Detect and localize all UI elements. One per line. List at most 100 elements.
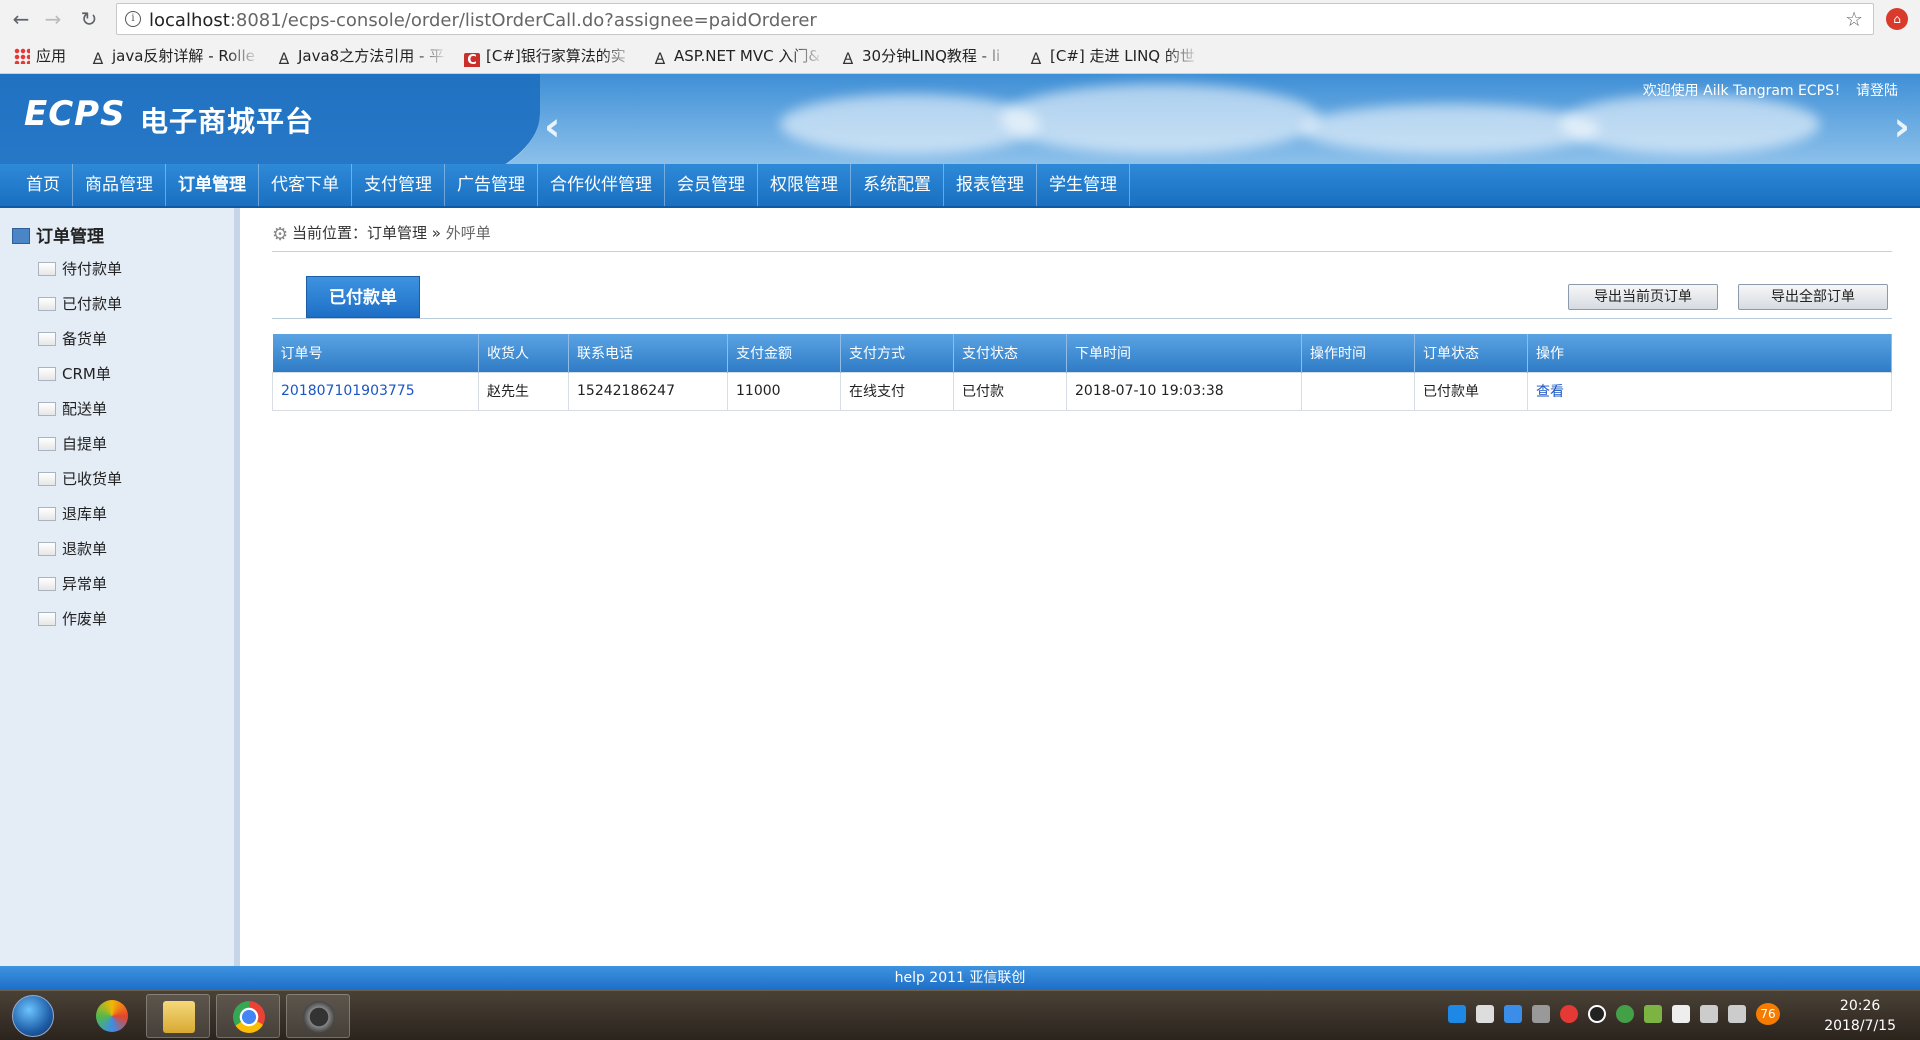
main-content: ⚙ 当前位置：订单管理 » 外呼单 已付款单 导出当前页订单 导出全部订单 订单号…: [246, 208, 1920, 966]
pay-status-cell: 已付款: [953, 371, 1067, 411]
cloud-decoration: [1300, 104, 1600, 154]
menu-system-config[interactable]: 系统配置: [851, 164, 944, 206]
signal-icon[interactable]: [1700, 1005, 1718, 1023]
angular-icon: Ꙙ: [654, 49, 666, 67]
qq-icon[interactable]: [1448, 1005, 1466, 1023]
list-icon: [38, 542, 56, 556]
menu-reports[interactable]: 报表管理: [944, 164, 1037, 206]
taskbar-app-icon[interactable]: [80, 994, 144, 1038]
plus-icon[interactable]: [1616, 1005, 1634, 1023]
url-text[interactable]: localhost:8081/ecps-console/order/listOr…: [149, 10, 817, 31]
bookmark-star-icon[interactable]: ☆: [1845, 7, 1863, 31]
col-op-time: 操作时间: [1301, 334, 1415, 372]
breadcrumb-section: 订单管理: [367, 224, 428, 242]
bookmark-item[interactable]: Ꙙ Java8之方法引用 - 平: [276, 45, 448, 67]
op-time-cell: [1301, 371, 1415, 411]
list-icon: [38, 402, 56, 416]
app-tray-icon[interactable]: [1504, 1005, 1522, 1023]
bookmark-item[interactable]: Ꙙ ASP.NET MVC 入门&: [652, 45, 824, 67]
welcome-bar: 欢迎使用 Ailk Tangram ECPS！ 请登陆: [1635, 80, 1898, 100]
bookmark-item[interactable]: Ꙙjava反射详解 - Rolle: [90, 45, 260, 67]
menu-ads[interactable]: 广告管理: [445, 164, 538, 206]
sidebar-item-stocking[interactable]: 备货单: [38, 322, 122, 357]
sidebar-item-exception[interactable]: 异常单: [38, 567, 122, 602]
amount-cell: 11000: [727, 371, 841, 411]
receiver-cell: 赵先生: [478, 371, 569, 411]
order-no-cell: 201807101903775: [272, 371, 479, 411]
sidebar-title[interactable]: 订单管理: [12, 222, 104, 247]
col-pay-method: 支付方式: [840, 334, 954, 372]
volume-icon[interactable]: [1728, 1005, 1746, 1023]
footer: help 2011 亚信联创: [0, 966, 1920, 990]
sidebar-item-pickup[interactable]: 自提单: [38, 427, 122, 462]
menu-home[interactable]: 首页: [14, 164, 73, 206]
tab-divider: [272, 318, 1892, 319]
sidebar-item-delivery[interactable]: 配送单: [38, 392, 122, 427]
taskbar-explorer-icon[interactable]: [146, 994, 210, 1038]
chevron-left-icon[interactable]: ‹: [544, 104, 560, 150]
col-order-time: 下单时间: [1066, 334, 1302, 372]
taskbar-clock[interactable]: 20:26 2018/7/15: [1824, 996, 1896, 1036]
notification-badge[interactable]: 76: [1756, 1003, 1780, 1025]
info-icon[interactable]: i: [125, 11, 141, 27]
menu-permissions[interactable]: 权限管理: [758, 164, 851, 206]
system-tray: 76: [1448, 1003, 1780, 1027]
menu-products[interactable]: 商品管理: [73, 164, 166, 206]
taskbar-chrome-icon[interactable]: [216, 994, 280, 1038]
tab-paid-orders[interactable]: 已付款单: [306, 276, 420, 318]
bookmarks-bar: 应用 Ꙙjava反射详解 - Rolle Ꙙ Java8之方法引用 - 平 C [C…: [0, 38, 1920, 74]
breadcrumb-prefix: 当前位置：: [292, 224, 368, 242]
col-phone: 联系电话: [568, 334, 728, 372]
display-icon[interactable]: [1532, 1005, 1550, 1023]
shield-icon[interactable]: [1644, 1005, 1662, 1023]
start-button-icon[interactable]: [12, 995, 54, 1037]
battery-icon[interactable]: [1672, 1005, 1690, 1023]
penguin-icon[interactable]: [1588, 1005, 1606, 1023]
sidebar-item-return-stock[interactable]: 退库单: [38, 497, 122, 532]
chevron-right-icon[interactable]: ›: [1894, 104, 1910, 150]
sidebar-item-refund[interactable]: 退款单: [38, 532, 122, 567]
list-icon: [38, 472, 56, 486]
folder-icon: [12, 228, 30, 244]
view-link[interactable]: 查看: [1536, 384, 1564, 400]
reload-icon[interactable]: ↻: [76, 6, 102, 32]
list-icon: [38, 612, 56, 626]
taskbar: 76 20:26 2018/7/15: [0, 990, 1920, 1040]
extension-icon[interactable]: ⌂: [1886, 8, 1908, 30]
paw-icon[interactable]: [1560, 1005, 1578, 1023]
menu-proxy-order[interactable]: 代客下单: [259, 164, 352, 206]
sidebar-item-pending-payment[interactable]: 待付款单: [38, 252, 122, 287]
browser-toolbar: ← → ↻ i localhost:8081/ecps-console/orde…: [0, 0, 1920, 38]
sidebar-item-paid[interactable]: 已付款单: [38, 287, 122, 322]
menu-students[interactable]: 学生管理: [1037, 164, 1130, 206]
list-icon: [38, 297, 56, 311]
col-action: 操作: [1527, 334, 1892, 372]
menu-orders[interactable]: 订单管理: [166, 164, 259, 206]
network-icon[interactable]: [1476, 1005, 1494, 1023]
address-bar[interactable]: i localhost:8081/ecps-console/order/list…: [116, 3, 1874, 35]
bookmark-item[interactable]: C [C#]银行家算法的实: [464, 45, 636, 67]
bookmark-item[interactable]: Ꙙ [C#] 走进 LINQ 的世: [1028, 45, 1200, 67]
login-link[interactable]: 请登陆: [1856, 83, 1898, 99]
sidebar-item-received[interactable]: 已收货单: [38, 462, 122, 497]
orders-table: 订单号 收货人 联系电话 支付金额 支付方式 支付状态 下单时间 操作时间 订单…: [272, 334, 1892, 411]
order-no-link[interactable]: 201807101903775: [281, 383, 415, 399]
bookmark-item[interactable]: Ꙙ 30分钟LINQ教程 - li: [840, 45, 1012, 67]
forward-icon[interactable]: →: [40, 6, 66, 32]
taskbar-eclipse-icon[interactable]: [286, 994, 350, 1038]
sidebar: 订单管理 待付款单 已付款单 备货单 CRM单 配送单 自提单 已收货单 退库单…: [0, 208, 240, 966]
menu-payment[interactable]: 支付管理: [352, 164, 445, 206]
menu-partners[interactable]: 合作伙伴管理: [538, 164, 665, 206]
export-all-button[interactable]: 导出全部订单: [1738, 284, 1888, 310]
back-icon[interactable]: ←: [8, 6, 34, 32]
order-time-cell: 2018-07-10 19:03:38: [1066, 371, 1302, 411]
sidebar-item-void[interactable]: 作废单: [38, 602, 122, 637]
list-icon: [38, 507, 56, 521]
csdn-icon: C: [464, 53, 480, 67]
app-subtitle: 电子商城平台: [140, 105, 315, 138]
export-current-page-button[interactable]: 导出当前页订单: [1568, 284, 1718, 310]
sidebar-item-crm[interactable]: CRM单: [38, 357, 122, 392]
bookmark-apps[interactable]: 应用: [14, 45, 78, 67]
menu-members[interactable]: 会员管理: [665, 164, 758, 206]
list-icon: [38, 437, 56, 451]
